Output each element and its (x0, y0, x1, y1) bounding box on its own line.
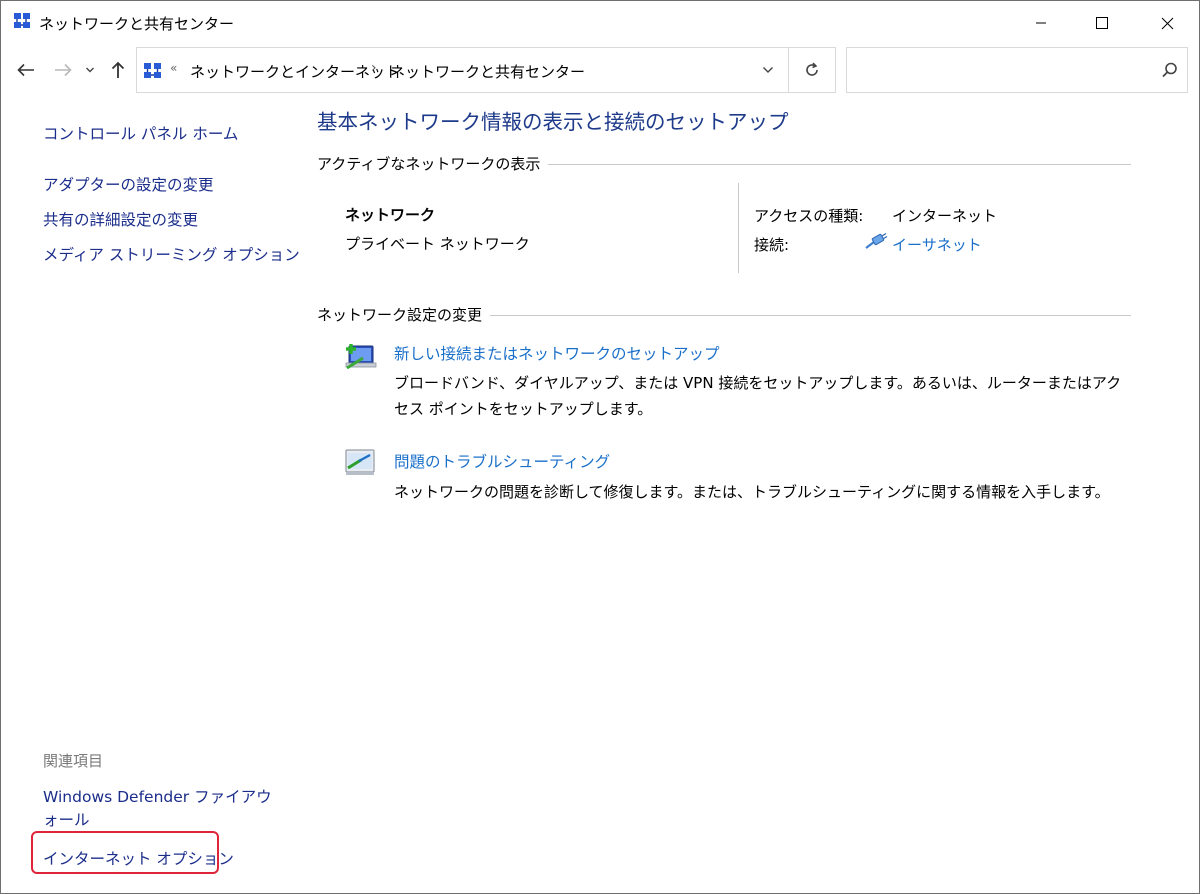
section-divider (477, 315, 1131, 316)
title-bar: ネットワークと共有センター (1, 1, 1199, 45)
page-title: 基本ネットワーク情報の表示と接続のセットアップ (317, 110, 789, 134)
search-input[interactable] (846, 47, 1188, 93)
breadcrumb-separator[interactable]: › (371, 60, 377, 76)
address-bar[interactable]: « ネットワークとインターネット › ネットワークと共有センター (136, 47, 836, 93)
control-panel-home-link[interactable]: コントロール パネル ホーム (43, 122, 238, 144)
close-icon (1161, 17, 1173, 29)
back-button[interactable] (11, 57, 41, 83)
new-connection-icon (345, 344, 377, 370)
change-settings-heading: ネットワーク設定の変更 (317, 304, 491, 325)
close-button[interactable] (1144, 1, 1190, 45)
network-center-icon (14, 13, 30, 28)
windows-defender-firewall-link[interactable]: Windows Defender ファイアウォール (43, 786, 283, 832)
maximize-icon (1096, 17, 1108, 29)
troubleshoot-problems-link[interactable]: 問題のトラブルシューティング (394, 450, 610, 472)
new-connection-setup-link[interactable]: 新しい接続またはネットワークのセットアップ (394, 342, 720, 364)
section-divider (521, 164, 1131, 165)
window: ネットワークと共有センター « ネットワークとインターネット › ネットワークと… (0, 0, 1200, 894)
minimize-button[interactable] (1018, 1, 1064, 45)
troubleshoot-icon (345, 449, 375, 475)
recent-locations-button[interactable] (81, 57, 99, 83)
main-content: 基本ネットワーク情報の表示と接続のセットアップ アクティブなネットワークの表示 … (301, 97, 1199, 893)
left-pane: コントロール パネル ホーム アダプターの設定の変更 共有の詳細設定の変更 メデ… (1, 97, 301, 893)
access-type-label: アクセスの種類: (754, 207, 864, 225)
refresh-button[interactable] (789, 50, 835, 90)
forward-button[interactable] (49, 57, 77, 83)
minimize-icon (1036, 22, 1046, 24)
refresh-icon (806, 62, 818, 76)
maximize-button[interactable] (1079, 1, 1125, 45)
chevron-down-icon (763, 67, 773, 73)
related-heading: 関連項目 (43, 752, 104, 770)
chevron-down-icon (86, 67, 94, 73)
search-icon (1162, 62, 1177, 78)
arrow-right-icon (55, 63, 72, 77)
internet-options-link[interactable]: インターネット オプション (43, 847, 234, 869)
vertical-divider (738, 183, 739, 273)
up-button[interactable] (105, 57, 131, 83)
media-streaming-options-link[interactable]: メディア ストリーミング オプション (43, 243, 300, 265)
address-dropdown-button[interactable] (749, 50, 787, 90)
window-title: ネットワークと共有センター (39, 15, 235, 33)
advanced-sharing-settings-link[interactable]: 共有の詳細設定の変更 (43, 208, 198, 230)
ethernet-connection-link[interactable]: イーサネット (892, 234, 982, 255)
breadcrumb-sharing-center[interactable]: ネットワークと共有センター (390, 61, 585, 82)
arrow-left-icon (17, 63, 34, 77)
new-connection-description: ブロードバンド、ダイヤルアップ、または VPN 接続をセットアップします。あるい… (394, 374, 1122, 418)
arrow-up-icon (111, 61, 125, 78)
network-name: ネットワーク (345, 206, 436, 224)
access-type-value: インターネット (892, 207, 998, 225)
breadcrumb-network-internet[interactable]: ネットワークとインターネット (190, 61, 400, 82)
active-networks-heading: アクティブなネットワークの表示 (317, 153, 549, 174)
change-adapter-settings-link[interactable]: アダプターの設定の変更 (43, 173, 214, 195)
connection-label: 接続: (754, 236, 790, 254)
ethernet-icon (865, 232, 888, 249)
navigation-bar: « ネットワークとインターネット › ネットワークと共有センター (1, 45, 1199, 97)
network-type: プライベート ネットワーク (345, 235, 530, 253)
troubleshoot-description: ネットワークの問題を診断して修復します。または、トラブルシューティングに関する情… (394, 483, 1110, 501)
network-center-icon (144, 63, 161, 78)
breadcrumb-overflow[interactable]: « (170, 61, 177, 75)
